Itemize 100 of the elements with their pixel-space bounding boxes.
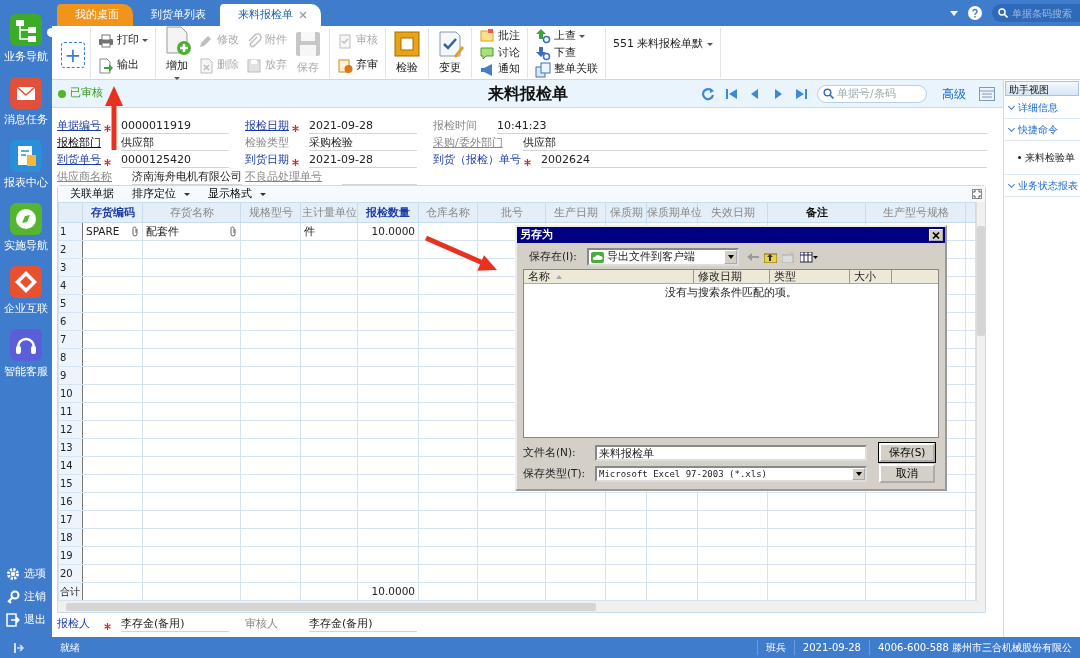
column-header[interactable]: 类型 (770, 270, 850, 283)
row-number: 15 (60, 478, 73, 489)
toolbar-button[interactable]: 下查 (533, 44, 600, 62)
first-icon[interactable] (725, 86, 739, 101)
close-icon[interactable] (299, 11, 307, 19)
close-button[interactable] (929, 229, 943, 241)
document-title: 来料报检单 (487, 82, 568, 105)
dialog-button[interactable]: 取消 (879, 464, 935, 483)
advanced-link[interactable]: 高级 (942, 84, 966, 103)
panel-section[interactable]: 详细信息 (1004, 97, 1080, 119)
field-value[interactable]: 10:41:23 (497, 119, 987, 134)
field-link[interactable]: 到货单号 (57, 151, 101, 168)
key-icon (6, 589, 20, 604)
clipboard-icon (337, 57, 353, 74)
field-link[interactable]: 报检部门 (57, 134, 101, 151)
horizontal-scrollbar[interactable] (58, 601, 985, 612)
view-select[interactable]: 551 来料报检单默 (611, 35, 715, 53)
panel-section[interactable]: 业务状态报表 (1004, 175, 1080, 197)
column-header[interactable]: 名称 (524, 270, 694, 283)
toolbar-button[interactable]: 输出 (96, 57, 150, 74)
field-value[interactable]: 0000011919 (121, 119, 229, 134)
field-link[interactable]: 采购/委外部门 (433, 134, 503, 151)
toolbar-button[interactable]: 上查 (533, 28, 600, 45)
paperclip-icon[interactable] (229, 226, 237, 237)
field-link[interactable]: 供应商名称 (57, 168, 112, 185)
column-header[interactable]: 备注 (805, 205, 828, 218)
up-arrow-icon (535, 28, 551, 45)
field-link[interactable]: 报检日期 (245, 117, 289, 134)
field-link[interactable]: 单据编号 (57, 117, 101, 134)
caret-icon (260, 192, 266, 196)
field-value[interactable]: 李存金(备用) (309, 617, 417, 632)
file-type-select[interactable]: Microsoft Excel 97-2003 (*.xls) (595, 465, 867, 482)
field-value[interactable]: 济南海舟电机有限公司 (132, 170, 242, 185)
delete-document-icon (198, 57, 214, 74)
nav-label[interactable]: 智能客服 (4, 364, 48, 380)
status-cell: 班兵 (756, 640, 794, 655)
envelope-icon[interactable] (10, 77, 42, 109)
nav-label[interactable]: 企业互联 (4, 301, 48, 317)
bullet-icon (1018, 156, 1021, 159)
field-value[interactable]: 2021-09-28 (309, 153, 417, 168)
column-header[interactable]: 修改日期 (694, 270, 770, 283)
nav-label[interactable]: 报表中心 (4, 175, 48, 191)
toolbar-button[interactable]: 通知 (477, 61, 522, 78)
row-number: 6 (60, 316, 67, 327)
field-value[interactable]: 李存金(备用) (121, 617, 229, 632)
expand-icon[interactable] (972, 189, 982, 199)
toolbar-button[interactable]: 批注 (477, 28, 522, 45)
row-number: 1 (60, 226, 67, 237)
field-value[interactable]: 供应部 (522, 136, 987, 151)
sidebar-link[interactable]: 退出 (0, 608, 52, 631)
report-icon[interactable] (10, 140, 42, 172)
grid-tool-button[interactable]: 关联单据 (70, 185, 114, 203)
nav-label[interactable]: 实施导航 (4, 238, 48, 254)
sidebar-link[interactable]: 注销 (0, 585, 52, 608)
required-icon (523, 158, 531, 166)
add-button[interactable]: + (61, 42, 85, 68)
tab[interactable]: 到货单列表 (133, 4, 220, 26)
panel-link[interactable]: 来料检验单 (1004, 141, 1080, 175)
toolbar-button[interactable]: 打印 (96, 32, 150, 49)
column-header[interactable]: 大小 (850, 270, 892, 283)
grid-tool-button[interactable]: 排序定位 (132, 185, 190, 203)
row-number: 13 (60, 442, 73, 453)
field-value[interactable]: 0000125420 (121, 153, 229, 168)
annotation-arrow (425, 235, 497, 271)
toolbar-button[interactable]: 增加 (161, 29, 193, 77)
vertical-scrollbar[interactable] (976, 202, 985, 601)
toolbar-button[interactable]: 检验 (391, 29, 423, 77)
tab[interactable]: 来料报检单 (220, 4, 321, 26)
caret-icon[interactable] (950, 10, 958, 16)
toolbar-button[interactable]: 整单关联 (533, 61, 600, 78)
layout-icon[interactable] (979, 86, 995, 101)
sidebar-link[interactable]: 选项 (0, 562, 52, 585)
toolbar-button[interactable]: 弃审 (335, 57, 380, 74)
field-value[interactable]: 供应部 (121, 136, 229, 151)
paperclip-icon[interactable] (131, 226, 139, 237)
back-icon[interactable] (747, 252, 759, 262)
field-value[interactable]: 2021-09-28 (309, 119, 417, 134)
view-menu-icon[interactable] (800, 251, 818, 263)
dialog-button[interactable]: 保存(S) (879, 443, 935, 462)
sitemap-icon[interactable] (10, 14, 42, 46)
sidebar-toggle-icon[interactable] (14, 642, 24, 653)
nav-label[interactable]: 业务导航 (4, 49, 48, 65)
panel-section[interactable]: 快捷命令 (1004, 119, 1080, 141)
nav-label[interactable]: 消息任务 (4, 112, 48, 128)
up-folder-icon[interactable] (764, 251, 777, 263)
refresh-icon[interactable] (702, 86, 716, 101)
grid-tool-button[interactable]: 显示格式 (208, 185, 266, 203)
row-number: 18 (60, 532, 73, 543)
location-select[interactable]: 导出文件到客户端 (587, 248, 739, 266)
compass-icon[interactable] (10, 203, 42, 235)
toolbar-button[interactable]: 讨论 (477, 44, 522, 62)
empty-message: 没有与搜索条件匹配的项。 (664, 285, 798, 300)
field-value[interactable]: 采购检验 (309, 136, 417, 151)
headset-icon[interactable] (10, 329, 42, 361)
field-link[interactable]: 不良品处理单号 (245, 168, 322, 185)
toolbar-button[interactable]: 变更 (434, 29, 466, 77)
filename-field[interactable]: 来料报检单 (595, 444, 867, 461)
last-icon[interactable] (794, 86, 808, 101)
field-value[interactable]: 2002624 (541, 153, 987, 168)
help-icon[interactable] (968, 6, 982, 20)
